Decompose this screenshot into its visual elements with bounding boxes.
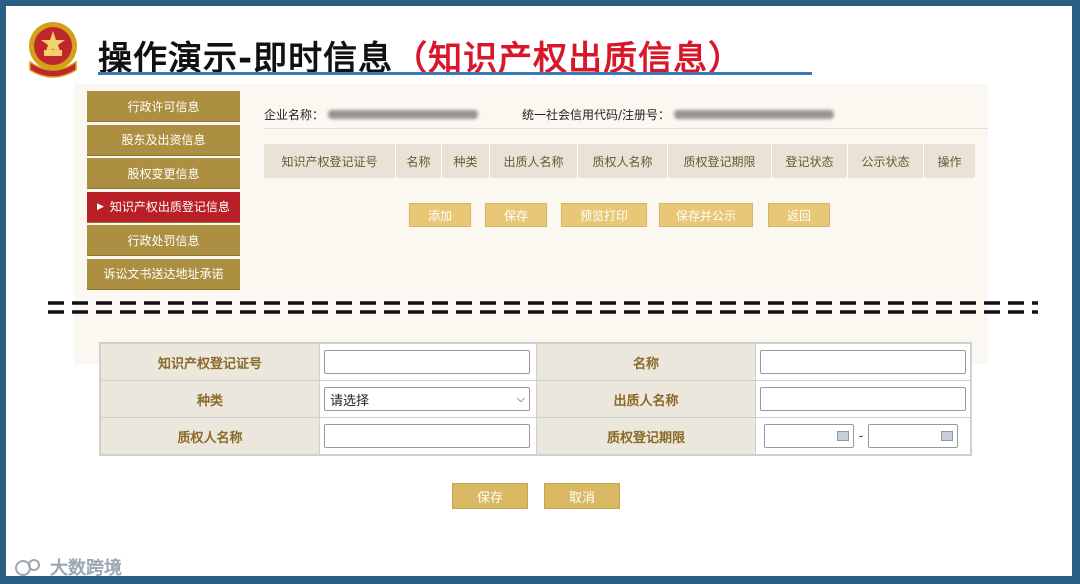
company-name-label: 企业名称： <box>264 107 325 122</box>
add-button[interactable]: 添加 <box>409 203 471 227</box>
company-name-redacted <box>328 109 479 119</box>
chevron-down-icon: ⌵ <box>516 392 525 405</box>
type-label: 种类 <box>100 380 320 418</box>
period-end-input[interactable] <box>868 424 958 448</box>
pledgee-input[interactable] <box>324 424 530 448</box>
reg-no-label: 知识产权登记证号 <box>100 343 320 381</box>
title-underline <box>98 72 812 75</box>
credit-code-redacted <box>674 109 835 119</box>
dashed-separator <box>48 301 1038 314</box>
col-publish-status: 公示状态 <box>848 144 924 178</box>
calendar-icon[interactable] <box>837 431 849 441</box>
divider <box>264 128 988 129</box>
sidebar-item-admin-penalty[interactable]: 行政处罚信息 <box>87 225 240 257</box>
watermark-text: 大数跨境 <box>50 558 122 576</box>
form-save-button[interactable]: 保存 <box>452 483 528 509</box>
pledge-form: 知识产权登记证号 名称 种类 请选择 ⌵ 出质人名称 质权人名称 质权登记期限 - <box>99 342 972 456</box>
period-label: 质权登记期限 <box>536 417 756 455</box>
form-cancel-button[interactable]: 取消 <box>544 483 620 509</box>
table-header: 知识产权登记证号 名称 种类 出质人名称 质权人名称 质权登记期限 登记状态 公… <box>264 144 975 178</box>
calendar-icon[interactable] <box>941 431 953 441</box>
col-reg-status: 登记状态 <box>772 144 848 178</box>
col-type: 种类 <box>442 144 490 178</box>
sidebar-item-ip-pledge[interactable]: ▶ 知识产权出质登记信息 <box>87 191 240 223</box>
col-action: 操作 <box>937 154 962 169</box>
col-pledgee: 质权人名称 <box>578 144 668 178</box>
save-publish-button[interactable]: 保存并公示 <box>659 203 753 227</box>
col-name: 名称 <box>396 144 442 178</box>
pledgee-label: 质权人名称 <box>100 417 320 455</box>
col-reg-no: 知识产权登记证号 <box>264 144 396 178</box>
watermark-logo-icon <box>15 559 40 576</box>
type-select[interactable]: 请选择 ⌵ <box>324 387 530 411</box>
pledgor-input[interactable] <box>760 387 966 411</box>
sidebar-item-litigation[interactable]: 诉讼文书送达地址承诺 <box>87 258 240 290</box>
col-pledgor: 出质人名称 <box>490 144 578 178</box>
pledgor-label: 出质人名称 <box>536 380 756 418</box>
emblem-icon <box>29 22 77 78</box>
save-button[interactable]: 保存 <box>485 203 547 227</box>
reg-no-input[interactable] <box>324 350 530 374</box>
back-button[interactable]: 返回 <box>768 203 830 227</box>
preview-print-button[interactable]: 预览打印 <box>561 203 647 227</box>
col-period: 质权登记期限 <box>668 144 772 178</box>
sidebar-item-equity-change[interactable]: 股权变更信息 <box>87 158 240 190</box>
sidebar: 行政许可信息 股东及出资信息 股权变更信息 ▶ 知识产权出质登记信息 行政处罚信息… <box>87 91 240 293</box>
period-separator: - <box>858 428 864 444</box>
period-start-input[interactable] <box>764 424 854 448</box>
company-info: 企业名称： 统一社会信用代码/注册号： <box>264 100 984 128</box>
sidebar-item-shareholder[interactable]: 股东及出资信息 <box>87 124 240 156</box>
name-input[interactable] <box>760 350 966 374</box>
sidebar-item-admin-license[interactable]: 行政许可信息 <box>87 91 240 122</box>
name-label: 名称 <box>536 343 756 381</box>
credit-code-label: 统一社会信用代码/注册号： <box>522 107 671 122</box>
slide: 操作演示-即时信息（知识产权出质信息） 行政许可信息 股东及出资信息 股权变更信… <box>6 6 1072 576</box>
play-arrow-icon: ▶ <box>97 201 104 212</box>
watermark: 大数跨境 <box>14 554 122 576</box>
action-bar: 添加 保存 预览打印 保存并公示 返回 <box>264 203 975 227</box>
